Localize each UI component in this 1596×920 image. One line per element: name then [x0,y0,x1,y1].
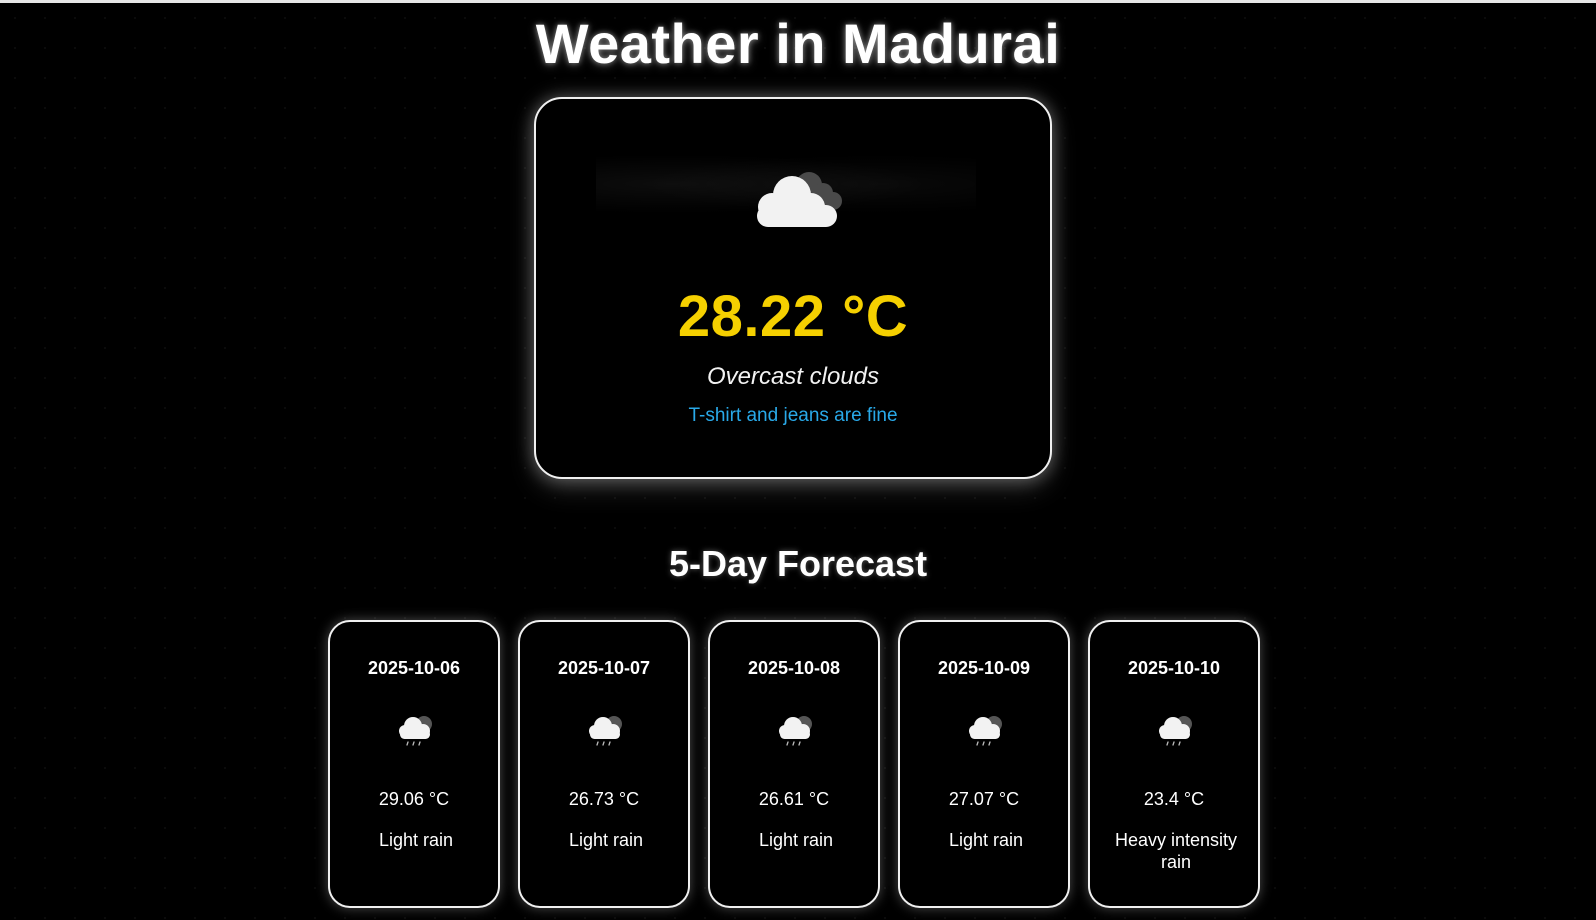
forecast-day-card: 2025-10-10 23.4 °C Heavy intensity rain [1088,620,1260,908]
forecast-date: 2025-10-09 [937,658,1031,678]
weather-page: Weather in Madurai 28.22 °C Overcast clo… [0,0,1596,920]
forecast-date: 2025-10-07 [557,658,651,678]
forecast-day-card: 2025-10-06 29.06 °C Light rain [328,620,500,908]
light-rain-icon [589,716,622,746]
forecast-day-card: 2025-10-09 27.07 °C Light rain [898,620,1070,908]
forecast-date: 2025-10-06 [367,658,461,678]
forecast-temperature: 26.61 °C [758,789,830,809]
light-rain-icon [779,716,812,746]
forecast-temperature: 23.4 °C [1143,789,1205,809]
forecast-temperature: 27.07 °C [948,789,1020,809]
light-rain-icon [399,716,432,746]
forecast-temperature: 29.06 °C [378,789,450,809]
forecast-list: 2025-10-06 29.06 °C Light rain 2025-10-0… [328,620,1260,908]
forecast-description: Heavy intensity rain [1114,830,1238,872]
forecast-description: Light rain [758,830,834,850]
current-temperature: 28.22 °C [677,284,909,349]
light-rain-icon [969,716,1002,746]
forecast-day-card: 2025-10-08 26.61 °C Light rain [708,620,880,908]
clothing-advice: T-shirt and jeans are fine [688,405,898,426]
forecast-title: 5-Day Forecast [668,543,928,584]
overcast-clouds-icon [757,172,842,227]
forecast-day-card: 2025-10-07 26.73 °C Light rain [518,620,690,908]
forecast-date: 2025-10-10 [1127,658,1221,678]
page-title: Weather in Madurai [535,12,1061,75]
forecast-description: Light rain [378,830,454,850]
current-weather-card: 28.22 °C Overcast clouds T-shirt and jea… [534,97,1052,479]
forecast-temperature: 26.73 °C [568,789,640,809]
forecast-description: Light rain [568,830,644,850]
forecast-date: 2025-10-08 [747,658,841,678]
current-description: Overcast clouds [706,363,880,390]
forecast-description: Light rain [948,830,1024,850]
heavy-rain-icon [1159,716,1192,746]
